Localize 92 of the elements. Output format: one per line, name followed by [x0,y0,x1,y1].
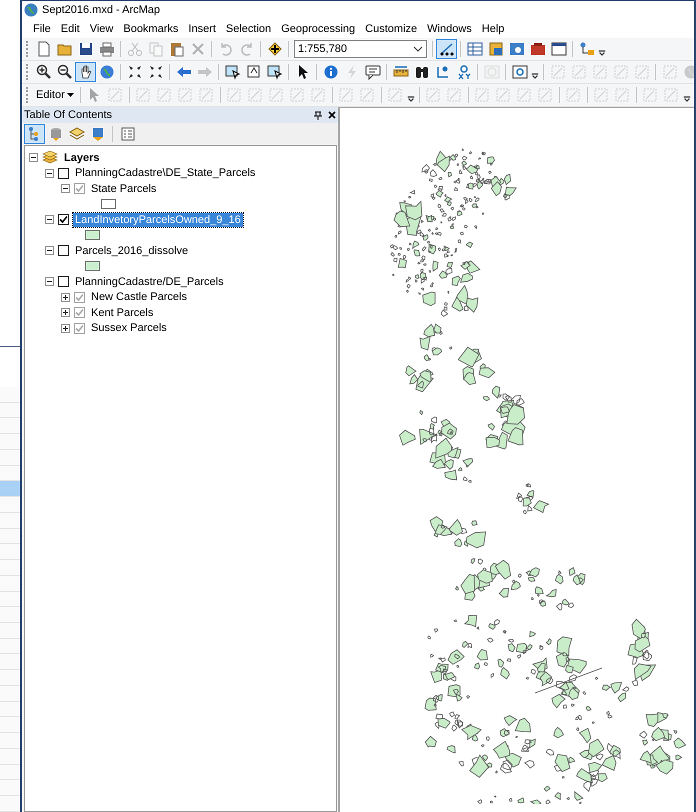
select-elements-icon [266,64,282,80]
menu-item[interactable]: Edit [56,22,85,34]
cut-icon [126,41,142,57]
create-viewer-icon [512,64,528,80]
editing-tool-button[interactable] [436,39,457,59]
table-row[interactable] [0,560,22,576]
table-row[interactable] [0,544,22,560]
forward-icon [196,64,212,80]
table-row[interactable] [0,418,22,434]
panel-title: Table Of Contents [24,109,114,121]
globe-icon [98,64,114,80]
go-to-xy-icon [456,64,472,80]
menu-item[interactable]: Windows [422,22,477,34]
symbol-swatch[interactable] [85,261,100,272]
table-row[interactable] [0,654,22,670]
clear-selection-icon [246,64,262,80]
html-popup-icon [364,64,380,80]
layers-icon [42,150,58,165]
delete-icon [190,41,206,57]
zoom-in-icon [36,64,52,80]
pan-button[interactable] [75,62,96,82]
checkbox[interactable] [58,276,69,288]
collapse-toggle[interactable] [45,215,54,224]
scale-field[interactable]: 1:755,780 [294,40,427,58]
checkbox[interactable] [58,245,69,256]
table-row[interactable] [0,434,22,450]
table-row[interactable] [0,387,22,403]
checkbox[interactable] [58,214,69,226]
window-title: Sept2016.mxd - ArcMap [42,4,160,16]
add-data-icon [266,41,282,57]
symbol-swatch[interactable] [85,230,100,240]
fixed-zoom-out-icon [148,64,164,80]
toolbar-options-icon [531,73,539,79]
layer-name[interactable]: LandInvetoryParcelsOwned_9_16 [73,212,243,227]
select-features-icon [224,64,240,80]
menu-item[interactable]: Selection [220,22,276,34]
menu-item[interactable]: View [84,22,118,34]
table-row[interactable] [0,497,22,513]
console-icon [550,41,566,57]
menu-item[interactable]: Insert [183,22,221,34]
table-row[interactable] [0,481,22,498]
table-icon [466,41,482,57]
find-icon [414,64,430,80]
new-document-icon [36,41,52,57]
menu-item[interactable]: Geoprocessing [276,22,360,34]
caret-icon [66,93,74,97]
search-icon [508,41,524,57]
checkbox[interactable] [58,168,69,179]
save-icon [78,41,94,57]
identify-icon [322,64,338,80]
toolbar-options-icon [598,50,606,56]
editor-menu-button[interactable]: Editor [33,86,77,104]
zoom-out-icon [56,64,72,80]
model-builder-icon [578,41,594,57]
list-by-drawing-order-tab[interactable] [24,124,45,144]
table-row[interactable] [0,733,22,749]
toolbox-icon [530,41,546,57]
globe-icon [682,64,694,80]
table-row[interactable] [0,780,22,796]
print-icon [98,41,114,57]
collapse-toggle[interactable] [45,168,54,178]
collapse-toggle[interactable] [45,246,54,256]
table-row[interactable] [0,607,22,624]
fixed-zoom-in-icon [126,64,142,80]
copy-icon [148,41,164,57]
layer-name[interactable]: PlanningCadastre\DE_State_Parcels [73,166,258,180]
menu-item[interactable]: Help [476,22,510,34]
menu-item[interactable]: Customize [360,22,422,34]
catalog-icon [488,41,504,57]
table-row[interactable] [0,796,22,812]
menu-item[interactable]: Bookmarks [118,22,184,34]
menu-item[interactable]: File [28,22,56,34]
close-icon[interactable] [328,111,336,119]
toolbar-options-icon [406,96,415,102]
find-route-icon [434,64,450,80]
collapse-toggle[interactable] [29,153,38,162]
back-icon [176,64,192,80]
time-slider-icon [484,64,500,80]
data-frame-label[interactable]: Layers [62,150,102,165]
caret-icon [413,46,423,52]
paste-icon [168,41,184,57]
pin-icon[interactable] [314,110,322,120]
layer-name[interactable]: PlanningCadastre/DE_Parcels [73,274,226,289]
toolbar-options-icon [682,96,691,102]
table-row[interactable] [0,623,22,639]
app-globe-icon [24,3,38,17]
table-row[interactable] [0,670,22,686]
table-row[interactable] [0,717,22,734]
editing-tool-icon [438,41,454,57]
redo-icon [238,41,254,57]
collapse-toggle[interactable] [45,277,54,286]
layer-name[interactable]: Parcels_2016_dissolve [73,244,190,258]
